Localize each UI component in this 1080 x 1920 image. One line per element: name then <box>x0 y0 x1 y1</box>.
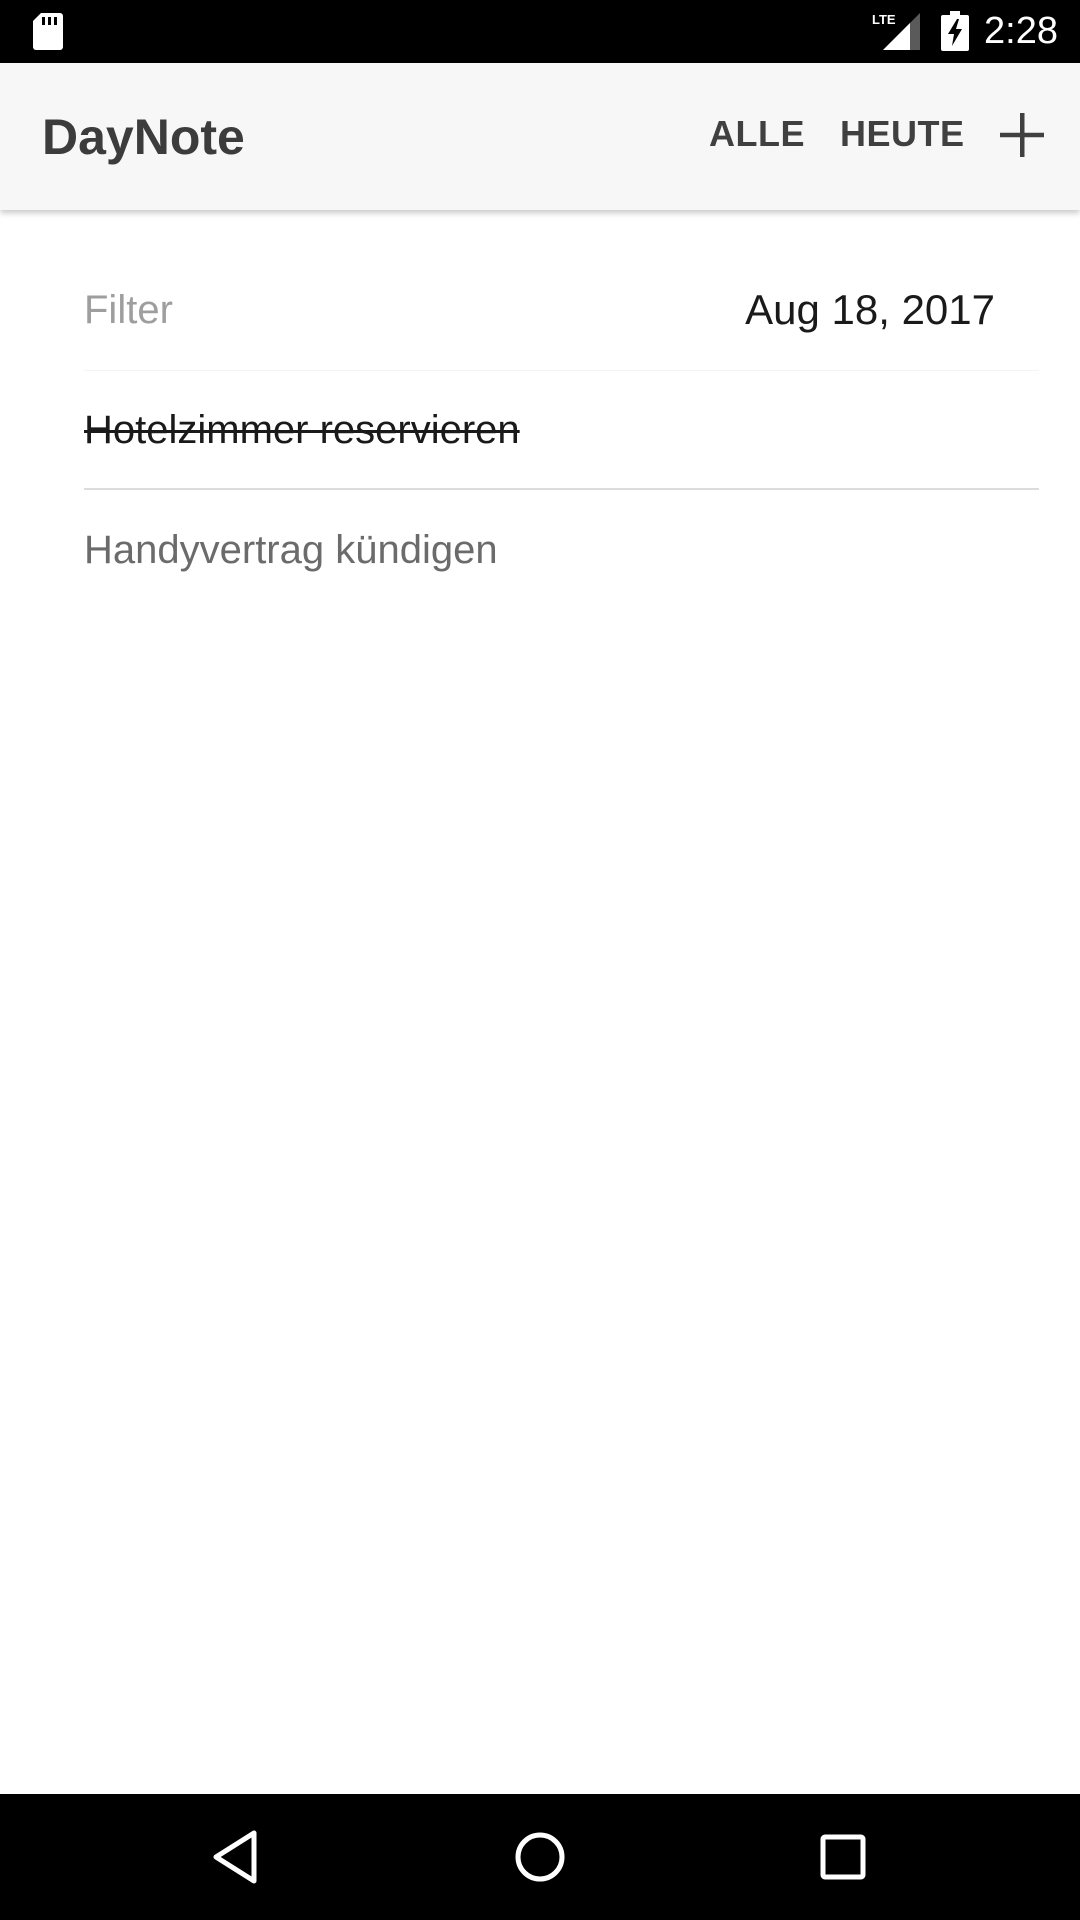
note-text: Handyvertrag kündigen <box>84 528 498 572</box>
lte-label: LTE <box>872 12 896 27</box>
today-button[interactable]: HEUTE <box>840 112 965 156</box>
recents-icon[interactable] <box>813 1827 873 1887</box>
sd-card-icon <box>33 13 63 50</box>
screen: LTE 2:28 DayNote ALLE HEUTE Aug 18, 2017… <box>0 0 1080 1920</box>
list-item[interactable]: Handyvertrag kündigen <box>84 524 1039 594</box>
filter-input[interactable] <box>84 280 684 340</box>
back-icon[interactable] <box>206 1827 266 1887</box>
navigation-bar <box>0 1794 1080 1920</box>
date-picker[interactable]: Aug 18, 2017 <box>745 284 995 336</box>
lte-signal-icon: LTE <box>872 12 920 50</box>
home-icon[interactable] <box>510 1827 570 1887</box>
app-title: DayNote <box>42 109 245 165</box>
app-bar: DayNote ALLE HEUTE <box>0 63 1080 210</box>
note-text-done: Hotelzimmer reservieren <box>84 408 520 452</box>
list-item[interactable]: Hotelzimmer reservieren <box>84 404 1039 490</box>
plus-icon[interactable] <box>994 107 1050 163</box>
battery-charging-icon <box>941 11 969 51</box>
all-button[interactable]: ALLE <box>709 112 805 156</box>
status-time: 2:28 <box>984 10 1058 52</box>
status-bar: LTE 2:28 <box>0 0 1080 63</box>
filter-row: Aug 18, 2017 <box>84 270 1039 371</box>
